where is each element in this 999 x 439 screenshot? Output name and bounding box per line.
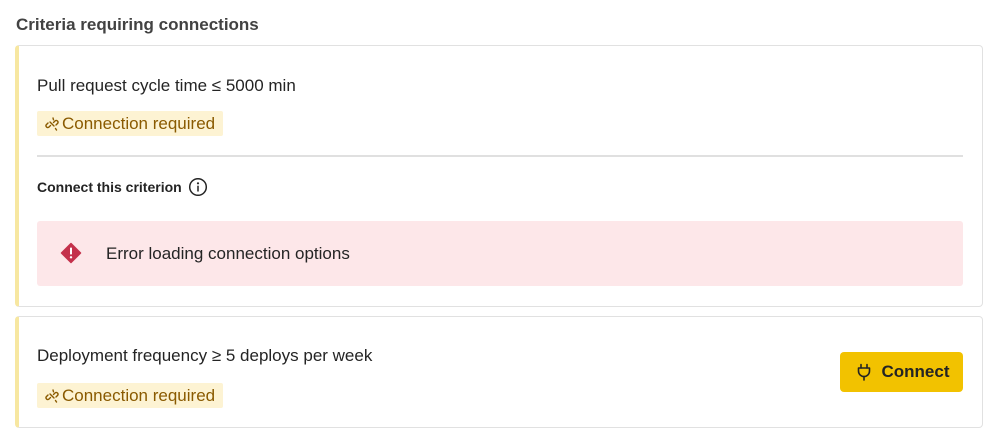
error-diamond-icon xyxy=(59,241,83,265)
error-message: Error loading connection options xyxy=(106,244,350,263)
connect-heading-label: Connect this criterion xyxy=(37,179,182,195)
criterion-card: Pull request cycle time ≤ 5000 min Conne… xyxy=(15,45,983,307)
criterion-card: Deployment frequency ≥ 5 deploys per wee… xyxy=(15,316,983,428)
section-title: Criteria requiring connections xyxy=(16,15,259,34)
link-broken-icon xyxy=(44,116,60,132)
badge-label: Connection required xyxy=(62,385,216,405)
criterion-title: Deployment frequency ≥ 5 deploys per wee… xyxy=(37,346,373,365)
badge-label: Connection required xyxy=(62,113,216,133)
connection-required-badge: Connection required xyxy=(37,383,224,408)
divider xyxy=(37,155,963,157)
connect-button[interactable]: Connect xyxy=(840,352,963,392)
criterion-title: Pull request cycle time ≤ 5000 min xyxy=(37,76,296,95)
connect-heading: Connect this criterion xyxy=(37,177,208,197)
error-message-box: Error loading connection options xyxy=(37,221,963,286)
criteria-panel: Criteria requiring connections Pull requ… xyxy=(0,0,999,439)
info-icon[interactable] xyxy=(188,177,208,197)
connection-required-badge: Connection required xyxy=(37,111,224,136)
plug-icon xyxy=(854,362,874,382)
connect-button-label: Connect xyxy=(881,362,950,381)
link-broken-icon xyxy=(44,388,60,404)
